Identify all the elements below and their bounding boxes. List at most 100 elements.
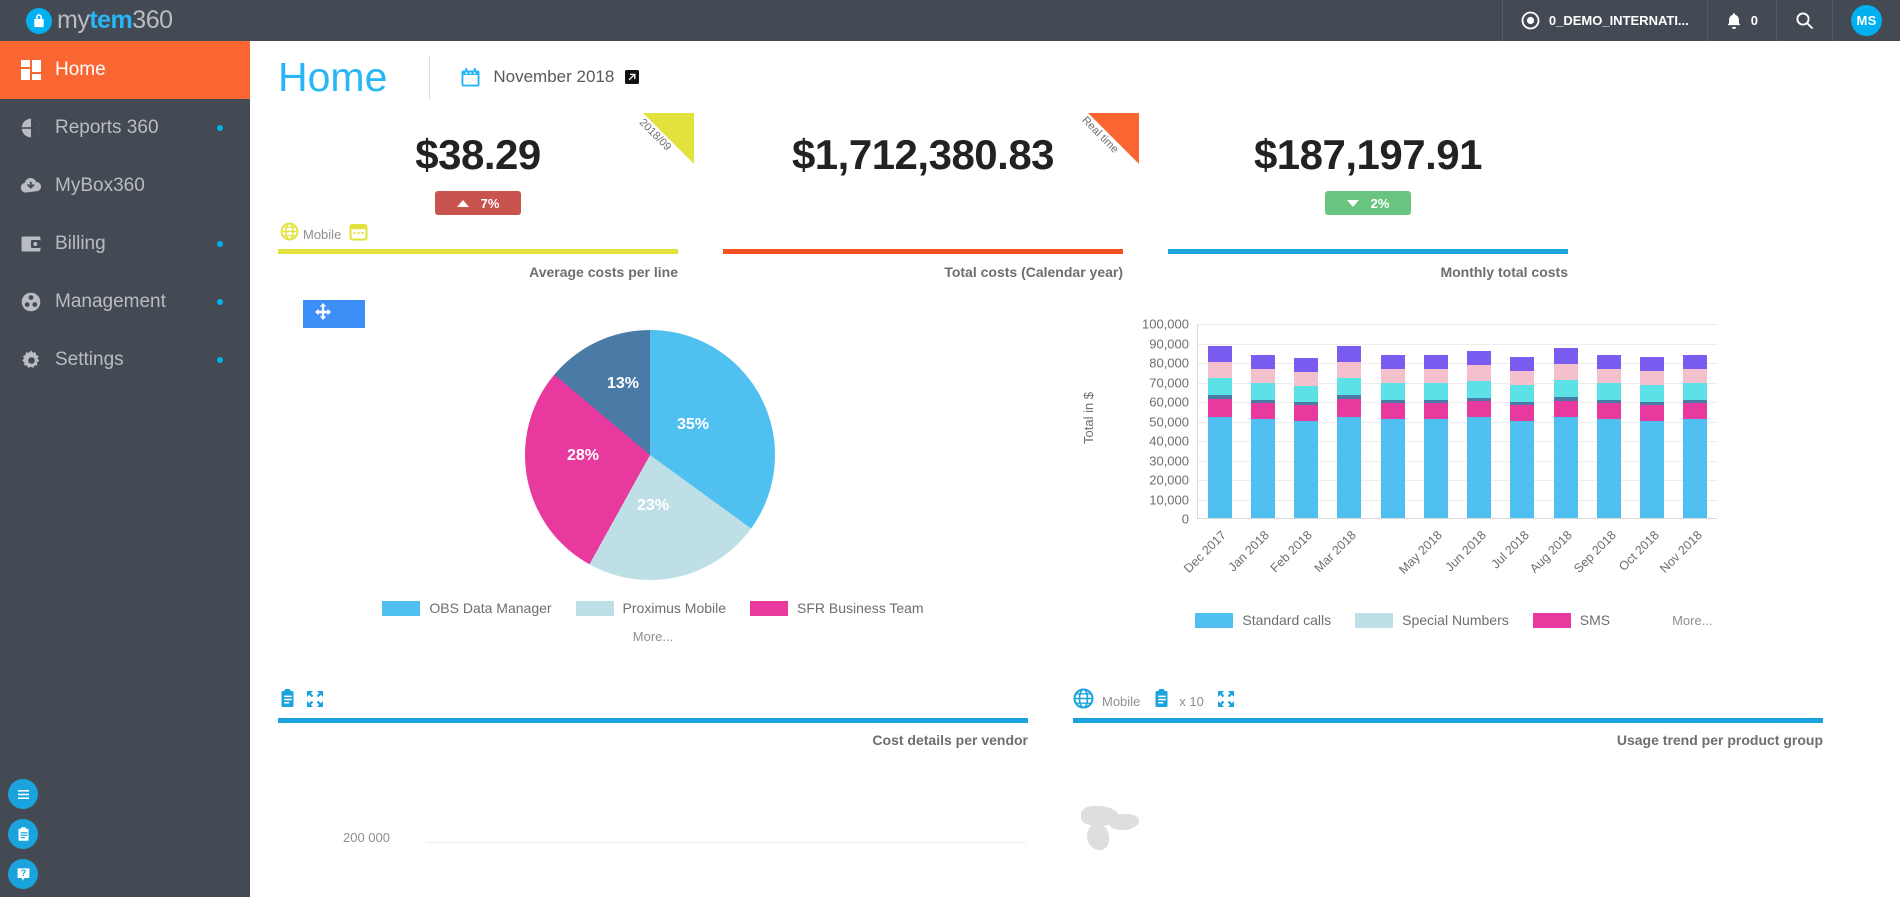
bar-segment[interactable] (1251, 355, 1275, 369)
bar-segment[interactable] (1337, 378, 1361, 396)
bar-segment[interactable] (1294, 421, 1318, 519)
clipboard-icon[interactable] (1152, 688, 1171, 714)
bar-segment[interactable] (1554, 380, 1578, 398)
stacked-bar[interactable] (1640, 357, 1664, 518)
bar-segment[interactable] (1381, 383, 1405, 400)
bar-segment[interactable] (1683, 419, 1707, 518)
bar-segment[interactable] (1554, 364, 1578, 380)
bar-segment[interactable] (1294, 372, 1318, 387)
bar-segment[interactable] (1467, 417, 1491, 518)
bar-segment[interactable] (1208, 362, 1232, 378)
bar-column[interactable] (1328, 346, 1371, 518)
stacked-bar[interactable] (1510, 357, 1534, 518)
bar-segment[interactable] (1208, 417, 1232, 518)
bar-segment[interactable] (1510, 421, 1534, 519)
kpi-card-average-costs[interactable]: 2018/09 $38.29 7% Mobile Average costs p… (278, 113, 678, 280)
bar-segment[interactable] (1294, 386, 1318, 402)
bar-segment[interactable] (1424, 403, 1448, 419)
bar-segment[interactable] (1554, 417, 1578, 518)
bar-segment[interactable] (1424, 355, 1448, 369)
panel-cut-map-right[interactable] (1073, 758, 1823, 853)
user-menu[interactable]: MS (1832, 0, 1900, 41)
bar-segment[interactable] (1251, 419, 1275, 518)
bar-segment[interactable] (1640, 357, 1664, 371)
bar-segment[interactable] (1337, 399, 1361, 417)
stacked-bar-chart[interactable]: Total in $ 0 10,000 20,000 30,000 40,000… (1073, 310, 1823, 680)
legend-item[interactable]: SFR Business Team (750, 600, 924, 616)
stacked-bar[interactable] (1554, 348, 1578, 518)
sidebar-item-settings[interactable]: Settings (0, 331, 250, 389)
sidebar-item-billing[interactable]: Billing (0, 215, 250, 273)
bar-column[interactable] (1371, 355, 1414, 518)
panel-cut-chart-left[interactable]: 200 000 (278, 758, 1028, 853)
external-link-icon[interactable] (624, 69, 640, 85)
bar-segment[interactable] (1597, 419, 1621, 518)
bar-segment[interactable] (1640, 421, 1664, 519)
bar-segment[interactable] (1381, 419, 1405, 518)
bar-column[interactable] (1285, 358, 1328, 518)
bar-segment[interactable] (1510, 357, 1534, 371)
menu-icon[interactable] (8, 779, 38, 809)
period-selector[interactable]: November 2018 (460, 67, 640, 88)
bar-segment[interactable] (1337, 362, 1361, 378)
bar-column[interactable] (1587, 355, 1630, 518)
stacked-bar[interactable] (1294, 358, 1318, 518)
expand-icon[interactable] (1216, 689, 1236, 714)
bar-segment[interactable] (1337, 346, 1361, 362)
stacked-bar[interactable] (1337, 346, 1361, 518)
search-button[interactable] (1776, 0, 1832, 41)
legend-more-link[interactable]: More... (1672, 613, 1712, 628)
sidebar-item-management[interactable]: Management (0, 273, 250, 331)
stacked-bar[interactable] (1208, 346, 1232, 518)
legend-item[interactable]: Standard calls (1195, 612, 1331, 628)
bar-segment[interactable] (1510, 405, 1534, 421)
bar-segment[interactable] (1251, 403, 1275, 419)
app-logo[interactable]: mytem360 (0, 0, 250, 41)
bar-segment[interactable] (1208, 399, 1232, 417)
bar-column[interactable] (1458, 351, 1501, 518)
clipboard-icon[interactable] (278, 688, 297, 714)
notifications-button[interactable]: 0 (1707, 0, 1776, 41)
bar-segment[interactable] (1251, 369, 1275, 384)
help-icon[interactable]: ? (8, 859, 38, 889)
bar-segment[interactable] (1467, 365, 1491, 381)
bar-segment[interactable] (1208, 346, 1232, 362)
stacked-bar[interactable] (1381, 355, 1405, 518)
pie-chart[interactable]: 35% 23% 28% 13% OBS Data Manager (278, 310, 1028, 680)
bar-segment[interactable] (1381, 369, 1405, 384)
bar-column[interactable] (1544, 348, 1587, 518)
sidebar-item-home[interactable]: Home (0, 41, 250, 99)
expand-icon[interactable] (305, 689, 325, 714)
bar-segment[interactable] (1337, 417, 1361, 518)
bar-segment[interactable] (1640, 405, 1664, 421)
clipboard-icon[interactable] (8, 819, 38, 849)
legend-item[interactable]: Special Numbers (1355, 612, 1509, 628)
bar-column[interactable] (1501, 357, 1544, 518)
bar-segment[interactable] (1467, 351, 1491, 365)
bar-column[interactable] (1414, 355, 1457, 518)
bar-segment[interactable] (1683, 369, 1707, 384)
bar-column[interactable] (1674, 355, 1717, 518)
bar-segment[interactable] (1381, 355, 1405, 369)
bar-segment[interactable] (1424, 369, 1448, 384)
bar-segment[interactable] (1424, 383, 1448, 400)
bar-column[interactable] (1198, 346, 1241, 518)
legend-more-link[interactable]: More... (278, 621, 1028, 644)
kpi-card-monthly-total[interactable]: $187,197.91 2% Monthly total costs (1168, 113, 1568, 280)
stacked-bar[interactable] (1597, 355, 1621, 518)
bar-segment[interactable] (1554, 401, 1578, 417)
legend-item[interactable]: Proximus Mobile (576, 600, 726, 616)
bar-segment[interactable] (1554, 348, 1578, 364)
stacked-bar[interactable] (1424, 355, 1448, 518)
bar-segment[interactable] (1597, 369, 1621, 384)
stacked-bar[interactable] (1683, 355, 1707, 518)
bar-segment[interactable] (1381, 403, 1405, 419)
bar-segment[interactable] (1208, 378, 1232, 396)
bar-segment[interactable] (1424, 419, 1448, 518)
bar-segment[interactable] (1597, 383, 1621, 400)
stacked-bar[interactable] (1251, 355, 1275, 518)
bar-segment[interactable] (1683, 355, 1707, 369)
bar-column[interactable] (1241, 355, 1284, 518)
bar-segment[interactable] (1683, 383, 1707, 400)
bar-segment[interactable] (1510, 385, 1534, 402)
